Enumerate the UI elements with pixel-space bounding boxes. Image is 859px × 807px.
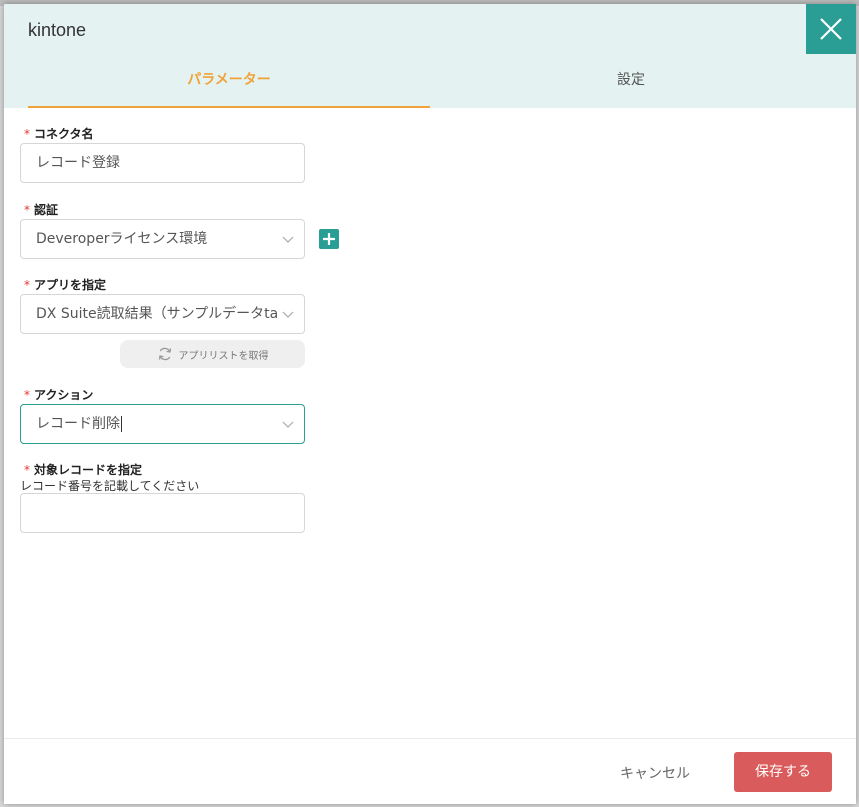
refresh-icon bbox=[158, 347, 171, 361]
required-mark: * bbox=[24, 127, 30, 141]
cancel-button[interactable]: キャンセル bbox=[600, 756, 710, 792]
required-mark: * bbox=[24, 463, 30, 477]
connector-name-label-text: コネクタ名 bbox=[34, 127, 94, 141]
action-label: * アクション bbox=[24, 386, 93, 403]
app-label: * アプリを指定 bbox=[24, 276, 106, 293]
action-select[interactable]: レコード削除 bbox=[20, 404, 305, 444]
modal-header: kintone パラメーター 設定 bbox=[4, 4, 856, 108]
chevron-down-icon bbox=[282, 421, 294, 428]
action-value-text: レコード削除 bbox=[36, 416, 120, 432]
action-label-text: アクション bbox=[34, 388, 94, 402]
connector-name-input[interactable]: レコード登録 bbox=[20, 143, 305, 183]
modal-title: kintone bbox=[28, 20, 87, 40]
connector-modal: kintone パラメーター 設定 * コネクタ名 レコード登録 * 認証 Deve… bbox=[4, 4, 856, 804]
chevron-down-icon bbox=[282, 236, 294, 243]
tab-settings[interactable]: 設定 bbox=[430, 54, 832, 108]
app-select-value: DX Suite読取結果（サンプルデータta bbox=[36, 306, 279, 322]
action-select-value: レコード削除 bbox=[36, 405, 281, 443]
required-mark: * bbox=[24, 278, 30, 292]
tab-parameters[interactable]: パラメーター bbox=[28, 54, 430, 108]
auth-label: * 認証 bbox=[24, 201, 58, 218]
text-caret bbox=[121, 416, 122, 432]
app-select[interactable]: DX Suite読取結果（サンプルデータta bbox=[20, 294, 305, 334]
target-record-input[interactable] bbox=[20, 493, 305, 533]
modal-footer: キャンセル 保存する bbox=[4, 738, 856, 804]
auth-select[interactable]: Deveroperライセンス環境 bbox=[20, 219, 305, 259]
close-icon bbox=[820, 18, 842, 40]
required-mark: * bbox=[24, 203, 30, 217]
target-record-label-text: 対象レコードを指定 bbox=[34, 463, 143, 477]
target-record-hint: レコード番号を記載してください bbox=[20, 479, 200, 493]
auth-label-text: 認証 bbox=[34, 203, 59, 217]
target-record-label: * 対象レコードを指定 bbox=[24, 461, 142, 478]
save-button[interactable]: 保存する bbox=[734, 752, 832, 792]
add-auth-button[interactable] bbox=[319, 229, 339, 249]
required-mark: * bbox=[24, 388, 30, 402]
chevron-down-icon bbox=[282, 311, 294, 318]
tab-bar: パラメーター 設定 bbox=[4, 54, 856, 108]
close-button[interactable] bbox=[806, 4, 856, 54]
connector-name-label: * コネクタ名 bbox=[24, 125, 94, 142]
plus-icon bbox=[323, 233, 335, 245]
fetch-app-list-button[interactable]: アプリリストを取得 bbox=[120, 340, 305, 368]
app-label-text: アプリを指定 bbox=[34, 278, 107, 292]
auth-select-value: Deveroperライセンス環境 bbox=[36, 231, 208, 247]
fetch-app-list-label: アプリリストを取得 bbox=[178, 350, 269, 362]
